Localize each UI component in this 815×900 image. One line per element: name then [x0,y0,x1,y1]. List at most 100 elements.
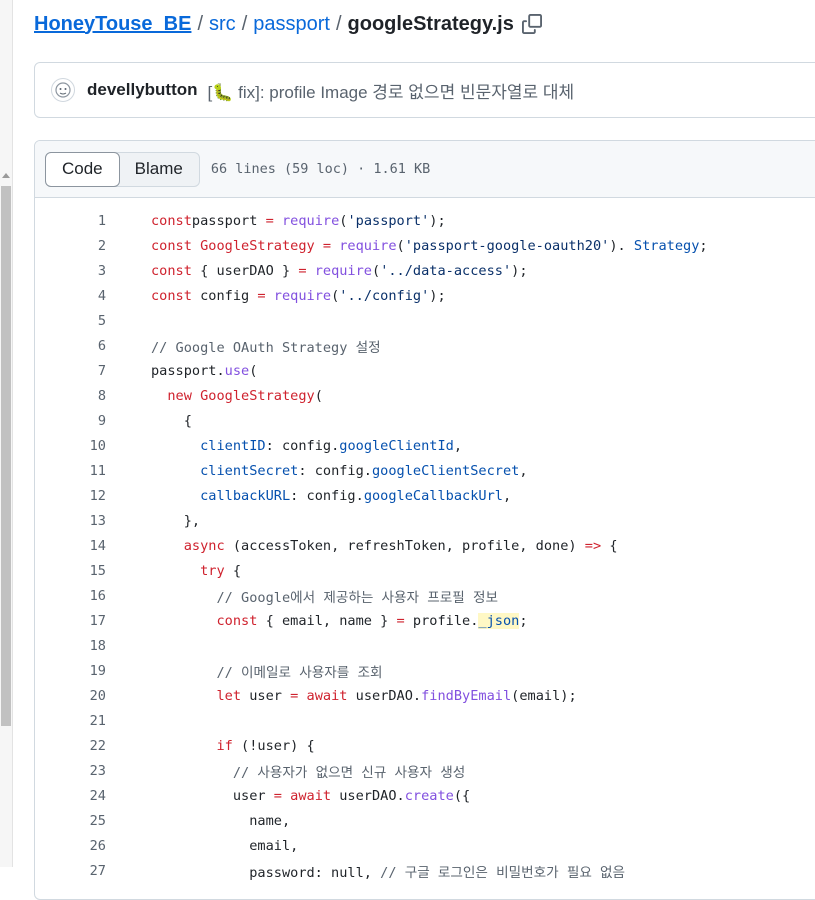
line-number[interactable]: 22 [35,738,106,754]
line-number[interactable]: 13 [35,513,106,529]
code-token: clientSecret [200,462,299,479]
scrollbar-thumb[interactable] [1,186,11,726]
line-number[interactable]: 7 [35,363,106,379]
code-token: use [224,362,250,379]
line-source: const { userDAO } = require('../data-acc… [151,263,528,279]
code-token: user [241,687,291,704]
code-token: // 사용자가 없으면 신규 사용자 생성 [232,764,466,781]
page-scrollbar[interactable] [0,0,13,867]
code-token: const [151,262,192,279]
code-line: 14 async (accessToken, refreshToken, pro… [35,533,815,558]
code-token: => [584,537,602,554]
code-token: = [265,212,274,229]
line-number[interactable]: 11 [35,463,106,479]
file-header: Code Blame 66 lines (59 loc) · 1.61 KB [35,141,815,198]
code-token: : config. [290,487,364,504]
scroll-up-arrow-icon[interactable] [2,173,10,178]
code-token: const [216,612,258,629]
code-token: await [281,787,332,804]
code-line: 19 // 이메일로 사용자를 조회 [35,658,815,683]
line-number[interactable]: 16 [35,588,106,604]
line-number[interactable]: 4 [35,288,106,304]
line-number[interactable]: 19 [35,663,106,679]
code-token: userDAO. [331,787,405,804]
line-number[interactable]: 6 [35,338,106,354]
code-line: 27 password: null, // 구글 로그인은 비밀번호가 필요 없… [35,858,815,883]
line-number[interactable]: 1 [35,213,106,229]
code-line: 26 email, [35,833,815,858]
line-number[interactable]: 17 [35,613,106,629]
tab-code[interactable]: Code [45,151,120,187]
code-blame-toggle: Code Blame [45,151,200,187]
code-line: 12 callbackURL: config.googleCallbackUrl… [35,483,815,508]
code-token: // Google OAuth Strategy 설정 [151,339,381,356]
line-number[interactable]: 18 [35,638,106,654]
code-token: { email, name } [257,612,397,629]
code-token: (email); [511,687,577,704]
line-number[interactable]: 8 [35,388,106,404]
line-source: callbackURL: config.googleCallbackUrl, [151,488,511,504]
line-number[interactable]: 23 [35,763,106,779]
line-number[interactable]: 5 [35,313,106,329]
line-source: // 사용자가 없으면 신규 사용자 생성 [151,761,465,781]
code-token: (accessToken, refreshToken, profile, don… [224,537,585,554]
line-source: user = await userDAO.create({ [151,788,470,804]
line-number[interactable]: 12 [35,488,106,504]
line-number[interactable]: 20 [35,688,106,704]
code-line: 25 name, [35,808,815,833]
code-token: userDAO. [347,687,422,704]
file-size-info: 66 lines (59 loc) · 1.61 KB [210,161,431,177]
code-token: googleClientId [339,437,454,454]
code-token: let [216,687,242,704]
tab-blame[interactable]: Blame [119,153,199,186]
line-source: // Google OAuth Strategy 설정 [151,336,381,356]
code-line: 22 if (!user) { [35,733,815,758]
code-line: 21 [35,708,815,733]
code-line: 6 // Google OAuth Strategy 설정 [35,333,815,358]
commit-message-link[interactable]: [🐛 fix]: profile Image 경로 없으면 빈문자열로 대체 [208,78,575,103]
latest-commit-bar: develly­button [🐛 fix]: profile Image 경로… [34,62,815,118]
line-number[interactable]: 15 [35,563,106,579]
code-token: , [519,462,528,479]
code-token: { [151,412,192,429]
line-number[interactable]: 25 [35,813,106,829]
code-token: require [265,287,332,304]
avatar[interactable] [51,78,75,102]
code-token: { [601,537,618,554]
code-token: const [151,237,192,254]
code-token: // Google에서 제공하는 사용자 프로필 정보 [216,589,498,606]
code-token: = [298,262,307,279]
code-token: , [453,437,463,454]
breadcrumb-repo-link[interactable]: HoneyTouse_BE [34,13,191,36]
breadcrumb-src-link[interactable]: src [209,13,236,36]
code-token: ); [511,262,528,279]
code-token: profile. [404,612,479,629]
code-token: : config. [265,437,340,454]
line-number[interactable]: 26 [35,838,106,854]
code-token: '../config' [339,287,430,304]
code-line: 17 const { email, name } = profile._json… [35,608,815,633]
line-number[interactable]: 2 [35,238,106,254]
line-source: let user = await userDAO.findByEmail(ema… [151,687,577,704]
commit-author-link[interactable]: develly­button [87,80,198,100]
copy-icon[interactable] [521,14,542,34]
code-token: if [216,737,233,754]
line-number[interactable]: 14 [35,538,106,554]
line-number[interactable]: 27 [35,863,106,879]
code-token: require [331,237,397,254]
code-line: 20 let user = await userDAO.findByEmail(… [35,683,815,708]
line-number[interactable]: 10 [35,438,106,454]
code-token: = [273,787,282,804]
code-token: const [151,212,192,229]
line-number[interactable]: 9 [35,413,106,429]
code-token: }, [151,512,201,529]
line-number[interactable]: 3 [35,263,106,279]
line-number[interactable]: 21 [35,713,106,729]
line-number[interactable]: 24 [35,788,106,804]
breadcrumb-passport-link[interactable]: passport [253,13,330,36]
code-token: ; [519,612,528,629]
